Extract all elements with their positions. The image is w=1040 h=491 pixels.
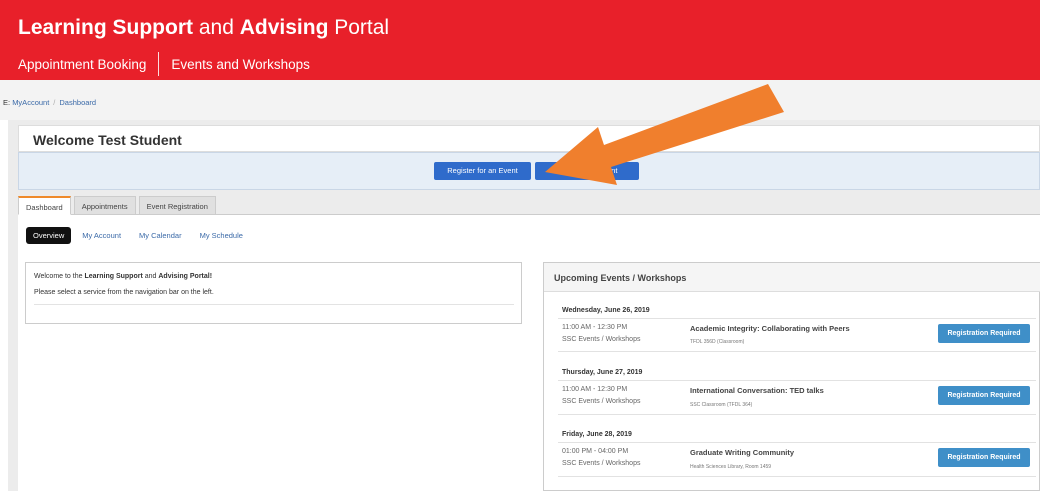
event-location: Health Sciences Library, Room 1459 xyxy=(690,464,772,470)
welcome-message-part: Welcome to the xyxy=(34,273,85,280)
breadcrumb-dashboard[interactable]: Dashboard xyxy=(59,98,96,107)
breadcrumb-prefix: E: xyxy=(3,98,11,107)
welcome-message-box: Welcome to the Learning Support and Advi… xyxy=(25,262,522,324)
registration-required-button[interactable]: Registration Required xyxy=(938,386,1030,405)
title-part-portal: Portal xyxy=(328,16,390,39)
title-part-advising: Advising xyxy=(239,16,329,39)
top-nav: Appointment Booking Events and Workshops xyxy=(18,52,310,76)
divider xyxy=(558,351,1036,352)
upcoming-events-panel: Upcoming Events / Workshops Wednesday, J… xyxy=(543,262,1040,491)
subnav-my-schedule[interactable]: My Schedule xyxy=(193,227,250,244)
nav-divider xyxy=(158,52,160,76)
breadcrumb-bar xyxy=(0,80,1040,120)
event-date: Friday, June 28, 2019 xyxy=(562,431,632,438)
register-event-button[interactable]: Register for an Event xyxy=(434,162,531,180)
divider xyxy=(558,318,1036,319)
sub-nav: Overview My Account My Calendar My Sched… xyxy=(26,227,254,244)
action-strip: Register for an Event Book Appointment xyxy=(18,152,1040,190)
title-part-and: and xyxy=(193,16,240,39)
events-panel-title: Upcoming Events / Workshops xyxy=(554,273,687,283)
event-time: 01:00 PM - 04:00 PM xyxy=(562,448,629,455)
divider xyxy=(34,304,514,305)
service-instruction: Please select a service from the navigat… xyxy=(34,289,214,296)
nav-events-workshops[interactable]: Events and Workshops xyxy=(171,57,310,72)
subnav-my-calendar[interactable]: My Calendar xyxy=(132,227,189,244)
welcome-message-part: and xyxy=(142,273,159,280)
registration-required-button[interactable]: Registration Required xyxy=(938,324,1030,343)
event-title[interactable]: Academic Integrity: Collaborating with P… xyxy=(690,324,850,333)
events-panel-header: Upcoming Events / Workshops xyxy=(544,263,1040,292)
nav-appointment-booking[interactable]: Appointment Booking xyxy=(18,57,146,72)
event-category: SSC Events / Workshops xyxy=(562,336,641,343)
event-date: Wednesday, June 26, 2019 xyxy=(562,307,650,314)
divider xyxy=(558,476,1036,477)
welcome-message-bold: Advising Portal! xyxy=(158,273,213,280)
event-location: SSC Classroom (TFDL 364) xyxy=(690,402,753,408)
breadcrumb-separator: / xyxy=(53,98,56,107)
tab-appointments[interactable]: Appointments xyxy=(73,196,136,215)
title-part-learning-support: Learning Support xyxy=(18,16,193,39)
event-time: 11:00 AM - 12:30 PM xyxy=(562,386,628,393)
tab-dashboard[interactable]: Dashboard xyxy=(18,196,71,215)
event-location: TFDL 356D (Classroom) xyxy=(690,339,745,345)
page-title: Welcome Test Student xyxy=(33,132,182,148)
registration-required-button[interactable]: Registration Required xyxy=(938,448,1030,467)
divider xyxy=(558,442,1036,443)
subnav-my-account[interactable]: My Account xyxy=(75,227,128,244)
breadcrumb: E: MyAccount / Dashboard xyxy=(3,98,96,107)
event-time: 11:00 AM - 12:30 PM xyxy=(562,324,628,331)
welcome-panel: Welcome Test Student xyxy=(18,125,1040,152)
tab-bar: Dashboard Appointments Event Registratio… xyxy=(18,196,219,215)
book-appointment-button[interactable]: Book Appointment xyxy=(535,162,639,180)
event-category: SSC Events / Workshops xyxy=(562,460,641,467)
event-title[interactable]: International Conversation: TED talks xyxy=(690,386,824,395)
welcome-message: Welcome to the Learning Support and Advi… xyxy=(34,273,212,280)
tab-event-registration[interactable]: Event Registration xyxy=(138,196,216,215)
portal-title: Learning Support and Advising Portal xyxy=(18,16,389,40)
subnav-overview[interactable]: Overview xyxy=(26,227,72,244)
event-title[interactable]: Graduate Writing Community xyxy=(690,448,794,457)
event-date: Thursday, June 27, 2019 xyxy=(562,369,643,376)
event-category: SSC Events / Workshops xyxy=(562,398,641,405)
breadcrumb-myaccount[interactable]: MyAccount xyxy=(12,98,49,107)
divider xyxy=(558,414,1036,415)
welcome-message-bold: Learning Support xyxy=(84,273,143,280)
divider xyxy=(558,380,1036,381)
